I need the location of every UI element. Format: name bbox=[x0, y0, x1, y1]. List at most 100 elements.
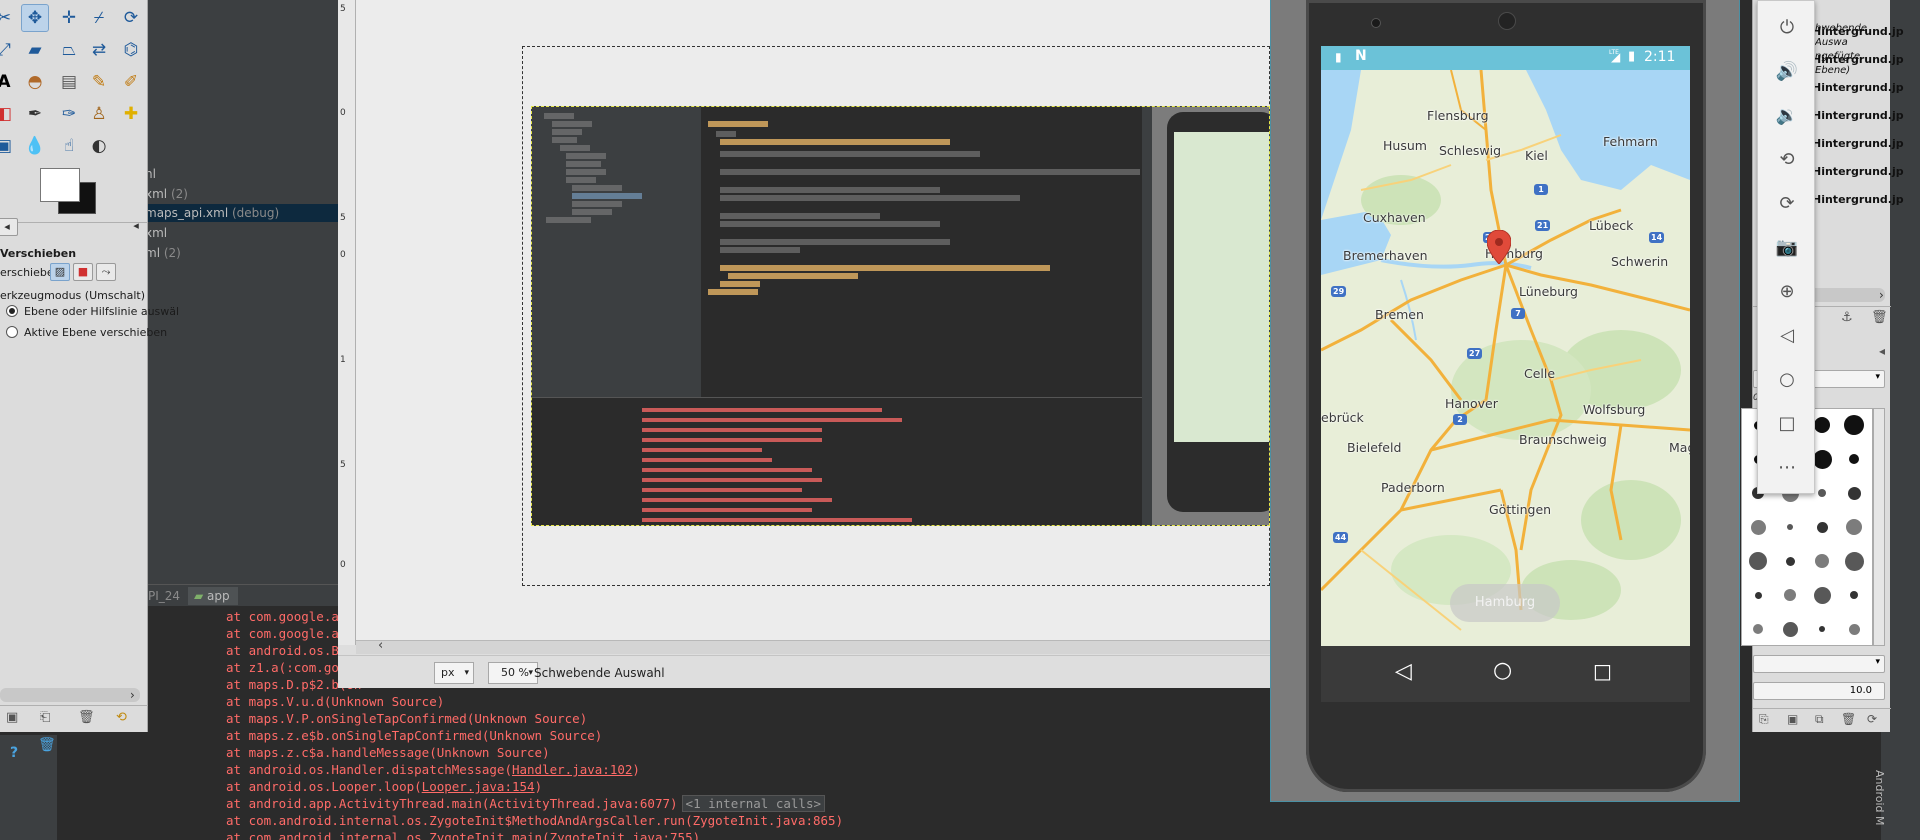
ink-tool-icon[interactable]: ✑ bbox=[55, 100, 83, 128]
brush-thumbnail[interactable] bbox=[1844, 415, 1864, 435]
floating-selection-screenshot[interactable] bbox=[531, 106, 1270, 526]
google-map[interactable]: Flensburg Husum Schleswig Kiel Fehmarn C… bbox=[1321, 70, 1690, 669]
perspective-clone-icon[interactable]: ▣ bbox=[0, 132, 18, 160]
foreground-color-swatch[interactable] bbox=[40, 168, 80, 202]
back-icon[interactable]: ◁ bbox=[1395, 659, 1412, 684]
move-layer-button[interactable]: ▨ bbox=[50, 263, 70, 281]
tree-item[interactable]: xml (2) bbox=[145, 185, 188, 203]
back-icon[interactable]: ◁ bbox=[1758, 313, 1816, 357]
move-selection-button[interactable]: ■ bbox=[73, 263, 93, 281]
layer-item[interactable]: Hintergrund.jp bbox=[1812, 25, 1904, 38]
cage-tool-icon[interactable]: ⌬ bbox=[117, 36, 145, 64]
power-icon[interactable]: ⏻ bbox=[1758, 5, 1816, 49]
brush-thumbnail[interactable] bbox=[1787, 524, 1793, 530]
reset-preset-icon[interactable]: ⟲ bbox=[116, 710, 127, 725]
toolbox-hscrollbar[interactable] bbox=[0, 688, 140, 702]
vertical-ruler[interactable]: 5 0 5 0 1 5 0 bbox=[338, 0, 356, 645]
blur-tool-icon[interactable]: 💧 bbox=[21, 132, 49, 160]
brush-thumbnail[interactable] bbox=[1844, 551, 1864, 571]
tree-item-selected[interactable]: maps_api.xml (debug) bbox=[140, 204, 355, 222]
brush-thumbnail[interactable] bbox=[1814, 417, 1830, 433]
scroll-right-icon[interactable]: › bbox=[130, 688, 135, 702]
clone-tool-icon[interactable]: ♙ bbox=[85, 100, 113, 128]
brush-thumbnail[interactable] bbox=[1785, 556, 1795, 566]
brush-thumbnail[interactable] bbox=[1815, 554, 1829, 568]
flip-tool-icon[interactable]: ⇄ bbox=[85, 36, 113, 64]
configure-tab-icon[interactable]: ◂ bbox=[1879, 344, 1885, 358]
align-tool-icon[interactable]: ✛ bbox=[55, 4, 83, 32]
overview-icon[interactable]: □ bbox=[1758, 401, 1816, 445]
brush-thumbnail[interactable] bbox=[1816, 521, 1828, 533]
layer-item[interactable]: Hintergrund.jp bbox=[1812, 53, 1904, 66]
zoom-select[interactable]: 50 % ▾ bbox=[488, 662, 538, 684]
smudge-tool-icon[interactable]: ☝ bbox=[55, 132, 83, 160]
internal-calls-chip[interactable]: <1 internal calls> bbox=[681, 795, 826, 812]
blend-tool-icon[interactable]: ▤ bbox=[55, 68, 83, 96]
brush-thumbnail[interactable] bbox=[1847, 486, 1861, 500]
brush-thumbnail[interactable] bbox=[1848, 623, 1860, 635]
source-link[interactable]: Looper.java:154 bbox=[422, 779, 535, 794]
save-preset-icon[interactable]: ▣ bbox=[6, 710, 18, 725]
brush-thumbnail[interactable] bbox=[1782, 621, 1798, 637]
duplicate-brush-icon[interactable]: ⧉ bbox=[1815, 712, 1824, 727]
option-radio[interactable] bbox=[6, 305, 18, 317]
move-path-button[interactable]: ⤳ bbox=[96, 263, 116, 281]
brush-thumbnail[interactable] bbox=[1846, 519, 1862, 535]
unit-select[interactable]: px ▾ bbox=[434, 662, 474, 684]
delete-preset-icon[interactable]: 🗑 bbox=[78, 710, 95, 725]
layer-item[interactable]: Hintergrund.jp bbox=[1812, 81, 1904, 94]
help-icon[interactable]: ? bbox=[10, 745, 18, 761]
camera-icon[interactable]: 📷 bbox=[1758, 225, 1816, 269]
option-radio[interactable] bbox=[6, 326, 18, 338]
more-icon[interactable]: ⋯ bbox=[1758, 445, 1816, 489]
fg-bg-color-selector[interactable] bbox=[40, 168, 96, 214]
spacing-field[interactable]: 10.0 bbox=[1753, 682, 1885, 700]
pencil-tool-icon[interactable]: ✎ bbox=[85, 68, 113, 96]
volume-down-icon[interactable]: 🔉 bbox=[1758, 93, 1816, 137]
phone-screen[interactable]: ▮ N LTE ◢ ▮ 2:11 Flensburg Husum Schlesw… bbox=[1321, 46, 1690, 702]
tree-item[interactable]: ml (2) bbox=[145, 244, 181, 262]
eraser-tool-icon[interactable]: ◧ bbox=[0, 100, 18, 128]
brush-tag-select[interactable]: ▾ bbox=[1753, 655, 1885, 673]
run-tab-app[interactable]: ▰ app bbox=[188, 587, 238, 605]
run-tab[interactable]: PI_24 bbox=[148, 587, 180, 605]
refresh-brushes-icon[interactable]: ⟳ bbox=[1867, 712, 1877, 726]
home-icon[interactable]: ○ bbox=[1758, 357, 1816, 401]
text-tool-icon[interactable]: A bbox=[0, 68, 18, 96]
layer-item[interactable]: Hintergrund.jp bbox=[1812, 137, 1904, 150]
scroll-right-icon[interactable]: › bbox=[1879, 288, 1884, 302]
brush-thumbnail[interactable] bbox=[1753, 624, 1763, 634]
edit-brush-icon[interactable]: ⎘ bbox=[1759, 712, 1769, 727]
zoom-icon[interactable]: ⊕ bbox=[1758, 269, 1816, 313]
scale-tool-icon[interactable]: ⤢ bbox=[0, 36, 18, 64]
tab-handle[interactable]: ◂ bbox=[0, 218, 18, 236]
brush-thumbnail[interactable] bbox=[1850, 591, 1858, 599]
source-link[interactable]: Handler.java:102 bbox=[512, 762, 632, 777]
restore-preset-icon[interactable]: ⎗ bbox=[40, 710, 50, 725]
brush-thumbnail[interactable] bbox=[1749, 552, 1767, 570]
brush-thumbnail[interactable] bbox=[1750, 519, 1766, 535]
android-monitor-tab[interactable]: Android M bbox=[1873, 770, 1886, 826]
brush-thumbnail[interactable] bbox=[1754, 591, 1762, 599]
brush-thumbnail[interactable] bbox=[1818, 489, 1826, 497]
bucket-fill-icon[interactable]: ◓ bbox=[21, 68, 49, 96]
brush-thumbnail[interactable] bbox=[1849, 454, 1859, 464]
layer-item[interactable]: Hintergrund.jp bbox=[1812, 165, 1904, 178]
crop-tool-icon[interactable]: ⌿ bbox=[85, 4, 113, 32]
delete-layer-icon[interactable]: 🗑 bbox=[1871, 310, 1888, 325]
move-tool-icon[interactable]: ✥ bbox=[21, 4, 49, 32]
rotate-right-icon[interactable]: ⟳ bbox=[1758, 181, 1816, 225]
configure-tab-icon[interactable]: ◂ bbox=[128, 218, 144, 236]
paintbrush-tool-icon[interactable]: ✐ bbox=[117, 68, 145, 96]
anchor-layer-icon[interactable]: ⚓ bbox=[1841, 310, 1853, 325]
layer-item[interactable]: Hintergrund.jp bbox=[1812, 193, 1904, 206]
layer-item[interactable]: Hintergrund.jp bbox=[1812, 109, 1904, 122]
brush-thumbnail[interactable] bbox=[1819, 626, 1825, 632]
airbrush-tool-icon[interactable]: ✒ bbox=[21, 100, 49, 128]
canvas-hscrollbar[interactable]: ‹ bbox=[356, 638, 1270, 654]
rotate-left-icon[interactable]: ⟲ bbox=[1758, 137, 1816, 181]
brush-thumbnail[interactable] bbox=[1813, 586, 1831, 604]
map-marker-icon[interactable] bbox=[1487, 230, 1511, 264]
dodge-burn-tool-icon[interactable]: ◐ bbox=[85, 132, 113, 160]
trash-icon[interactable]: 🗑 bbox=[38, 737, 56, 753]
